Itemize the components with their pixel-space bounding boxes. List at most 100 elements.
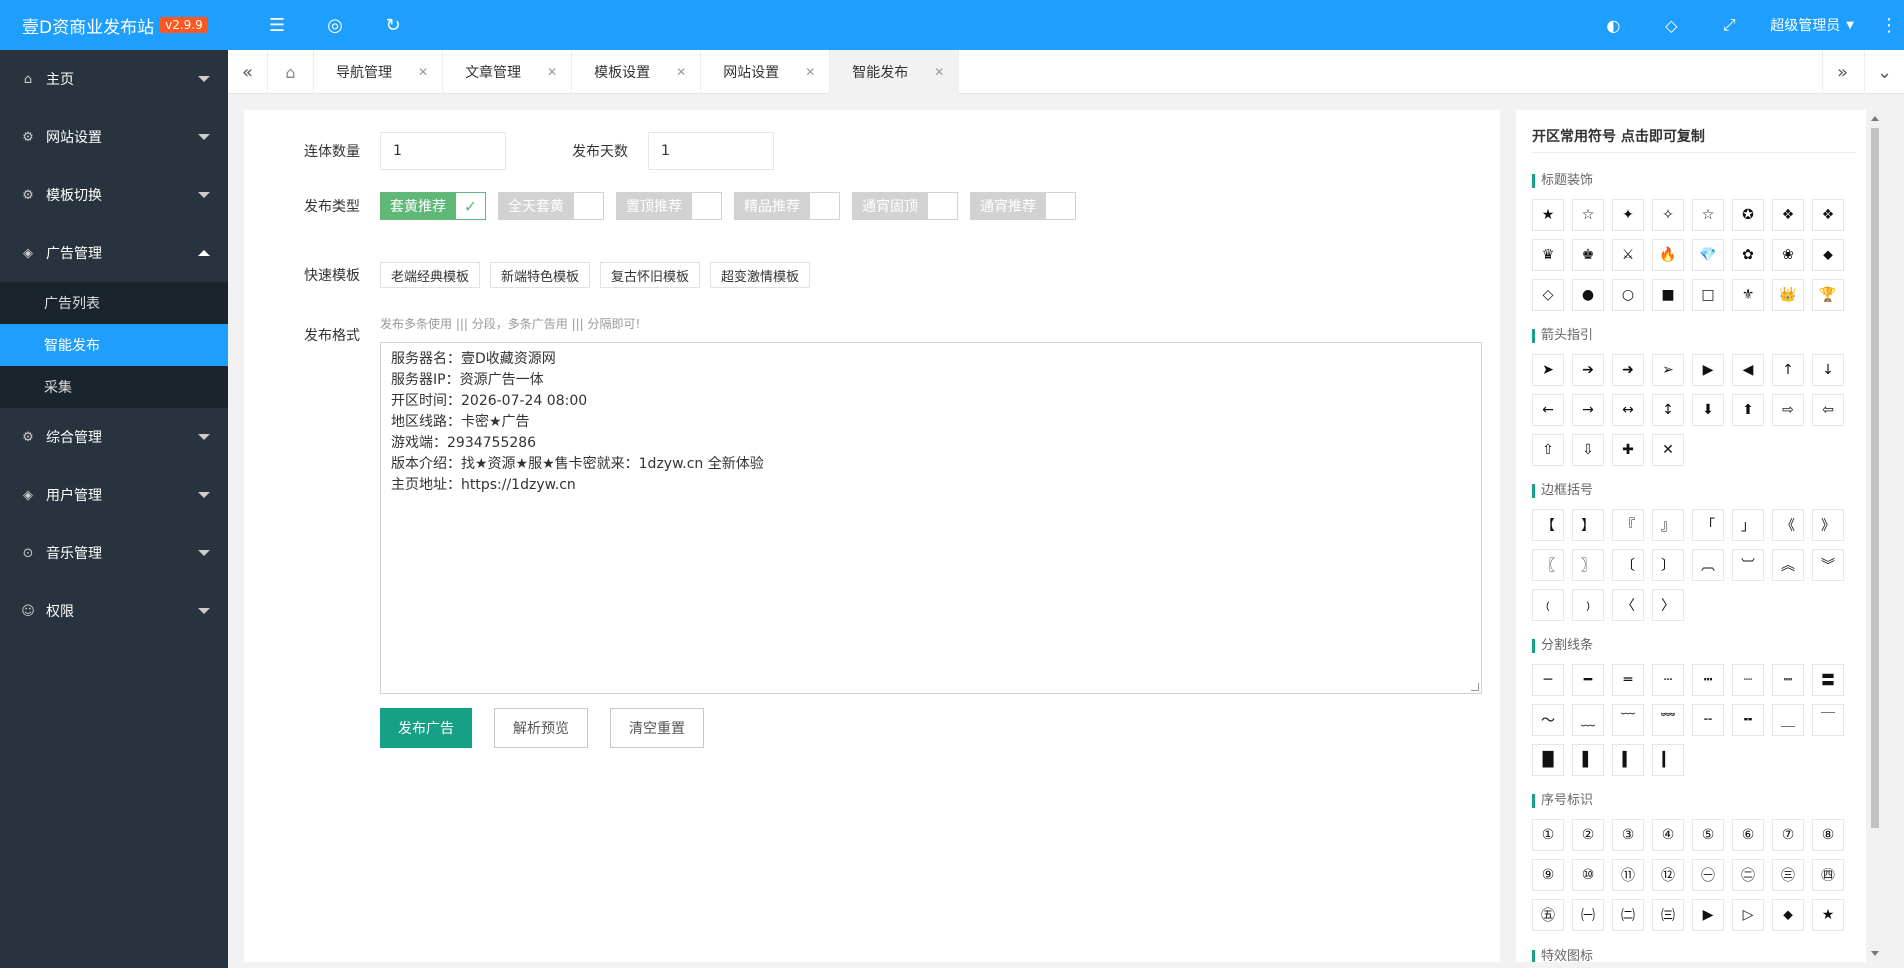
- symbol-item[interactable]: 】: [1572, 509, 1604, 541]
- symbol-item[interactable]: ▍: [1612, 744, 1644, 776]
- symbol-item[interactable]: ╌: [1692, 704, 1724, 736]
- symbol-item[interactable]: ⚜: [1732, 279, 1764, 311]
- template-button[interactable]: 超变激情模板: [710, 262, 811, 288]
- symbol-item[interactable]: 【: [1532, 509, 1564, 541]
- symbol-item[interactable]: ●: [1572, 279, 1604, 311]
- refresh-icon[interactable]: ↻: [364, 0, 422, 50]
- symbol-item[interactable]: ︾: [1812, 549, 1844, 581]
- sidebar-item-site-settings[interactable]: ⚙ 网站设置: [0, 108, 228, 166]
- symbol-item[interactable]: ⑫: [1652, 859, 1684, 891]
- symbol-item[interactable]: ❖: [1812, 199, 1844, 231]
- symbol-item[interactable]: ▎: [1652, 744, 1684, 776]
- symbol-item[interactable]: ○: [1612, 279, 1644, 311]
- symbol-item[interactable]: ➔: [1572, 354, 1604, 386]
- close-icon[interactable]: ✕: [547, 65, 557, 79]
- symbol-item[interactable]: ✿: [1732, 239, 1764, 271]
- symbol-item[interactable]: ♛: [1532, 239, 1564, 271]
- tab-smart-publish[interactable]: 智能发布 ✕: [830, 50, 960, 94]
- symbol-item[interactable]: ⑪: [1612, 859, 1644, 891]
- symbol-item[interactable]: ︹: [1692, 549, 1724, 581]
- logo[interactable]: 壹D资商业发布站 v2.9.9: [0, 0, 228, 50]
- tab-template-settings[interactable]: 模板设置 ✕: [572, 50, 702, 94]
- sidebar-item-users[interactable]: ◈ 用户管理: [0, 466, 228, 524]
- symbol-item[interactable]: →: [1572, 394, 1604, 426]
- symbol-item[interactable]: █: [1532, 744, 1564, 776]
- template-button[interactable]: 老端经典模板: [380, 262, 481, 288]
- sidebar-subitem-ad-list[interactable]: 广告列表: [0, 282, 228, 324]
- user-menu[interactable]: 超级管理员 ▼: [1758, 15, 1874, 35]
- symbol-item[interactable]: ⬇: [1692, 394, 1724, 426]
- symbol-item[interactable]: 》: [1812, 509, 1844, 541]
- sidebar-item-home[interactable]: ⌂ 主页: [0, 50, 228, 108]
- symbol-item[interactable]: ⑤: [1692, 819, 1724, 851]
- symbol-item[interactable]: ━: [1572, 664, 1604, 696]
- scroll-down-icon[interactable]: [1871, 951, 1879, 956]
- type-switch[interactable]: 置顶推荐: [616, 192, 722, 220]
- tag-icon[interactable]: ◇: [1642, 0, 1700, 50]
- symbol-item[interactable]: ➢: [1652, 354, 1684, 386]
- content-textarea[interactable]: 服务器名：壹D收藏资源网 服务器IP：资源广告一体 开区时间：2026-07-2…: [380, 342, 1482, 694]
- symbol-item[interactable]: 〔: [1612, 549, 1644, 581]
- symbol-item[interactable]: ⬥: [1772, 899, 1804, 931]
- symbol-item[interactable]: 〕: [1652, 549, 1684, 581]
- menu-fold-icon[interactable]: ☰: [248, 0, 306, 50]
- close-icon[interactable]: ✕: [805, 65, 815, 79]
- globe-icon[interactable]: ◎: [306, 0, 364, 50]
- symbol-item[interactable]: ◇: [1532, 279, 1564, 311]
- symbol-item[interactable]: ㊀: [1692, 859, 1724, 891]
- preview-button[interactable]: 解析预览: [494, 708, 588, 748]
- scroll-up-icon[interactable]: [1871, 116, 1879, 121]
- tabs-scroll-left-icon[interactable]: «: [228, 50, 268, 94]
- publish-button[interactable]: 发布广告: [380, 708, 472, 748]
- symbols-scrollbar[interactable]: [1868, 110, 1882, 962]
- symbol-item[interactable]: ㊃: [1812, 859, 1844, 891]
- symbol-item[interactable]: ～: [1532, 704, 1564, 736]
- symbol-item[interactable]: ㈢: [1652, 899, 1684, 931]
- close-icon[interactable]: ✕: [934, 65, 944, 79]
- symbol-item[interactable]: ⬆: [1732, 394, 1764, 426]
- symbol-item[interactable]: ⑦: [1772, 819, 1804, 851]
- symbol-item[interactable]: ⬥: [1812, 239, 1844, 271]
- tabs-dropdown-icon[interactable]: ⌄: [1864, 50, 1904, 94]
- days-input[interactable]: 1: [648, 132, 774, 170]
- symbol-item[interactable]: ②: [1572, 819, 1604, 851]
- symbol-item[interactable]: 〖: [1532, 549, 1564, 581]
- template-button[interactable]: 新端特色模板: [490, 262, 591, 288]
- type-switch[interactable]: 精品推荐: [734, 192, 840, 220]
- symbol-item[interactable]: ＿: [1772, 704, 1804, 736]
- symbol-item[interactable]: ◀: [1732, 354, 1764, 386]
- symbol-item[interactable]: ┉: [1772, 664, 1804, 696]
- symbol-item[interactable]: ⑨: [1532, 859, 1564, 891]
- more-vertical-icon[interactable]: ⋮: [1874, 15, 1904, 36]
- scroll-thumb[interactable]: [1871, 128, 1879, 828]
- fullscreen-icon[interactable]: ⤢: [1700, 0, 1758, 50]
- symbol-item[interactable]: ④: [1652, 819, 1684, 851]
- symbol-item[interactable]: ─: [1532, 664, 1564, 696]
- symbol-item[interactable]: ★: [1812, 899, 1844, 931]
- sidebar-item-music[interactable]: ⊙ 音乐管理: [0, 524, 228, 582]
- symbol-item[interactable]: ③: [1612, 819, 1644, 851]
- symbol-item[interactable]: ✕: [1652, 434, 1684, 466]
- type-switch[interactable]: 套黄推荐 ✓: [380, 192, 486, 220]
- template-button[interactable]: 复古怀旧模板: [600, 262, 701, 288]
- sidebar-item-template-switch[interactable]: ⚙ 模板切换: [0, 166, 228, 224]
- symbol-item[interactable]: ﹏: [1572, 704, 1604, 736]
- symbol-item[interactable]: ✚: [1612, 434, 1644, 466]
- sidebar-item-ad-management[interactable]: ◈ 广告管理: [0, 224, 228, 282]
- symbol-item[interactable]: 〈: [1612, 589, 1644, 621]
- type-switch[interactable]: 通宵推荐: [970, 192, 1076, 220]
- symbol-item[interactable]: 🔥: [1652, 239, 1684, 271]
- sidebar-item-permissions[interactable]: ☺ 权限: [0, 582, 228, 640]
- symbol-item[interactable]: ￣: [1812, 704, 1844, 736]
- symbol-item[interactable]: ★: [1532, 199, 1564, 231]
- symbol-item[interactable]: ☆: [1692, 199, 1724, 231]
- count-input[interactable]: 1: [380, 132, 506, 170]
- symbol-item[interactable]: ✪: [1732, 199, 1764, 231]
- palette-icon[interactable]: ◐: [1584, 0, 1642, 50]
- type-switch[interactable]: 全天套黄: [498, 192, 604, 220]
- symbol-item[interactable]: 〓: [1812, 664, 1844, 696]
- symbol-item[interactable]: ↓: [1812, 354, 1844, 386]
- symbol-item[interactable]: 💎: [1692, 239, 1724, 271]
- symbol-item[interactable]: ㈠: [1572, 899, 1604, 931]
- symbol-item[interactable]: ⚔: [1612, 239, 1644, 271]
